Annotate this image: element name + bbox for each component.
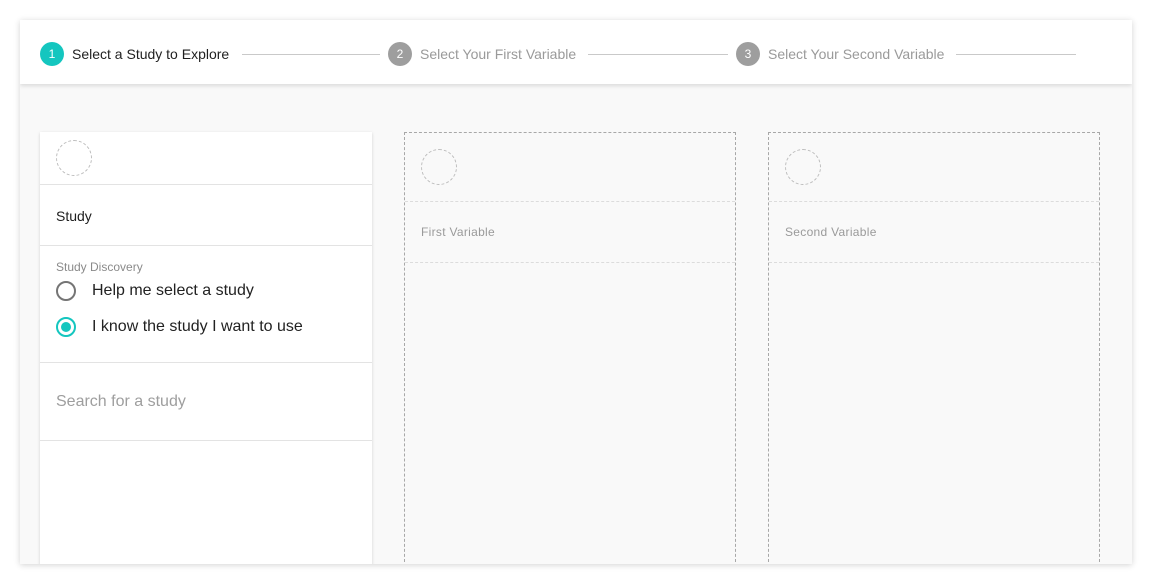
step-1-label: Select a Study to Explore — [72, 46, 230, 62]
divider — [40, 440, 372, 441]
radio-label: I know the study I want to use — [92, 318, 303, 335]
divider — [40, 245, 372, 246]
study-panel: Study Study Discovery Help me select a s… — [40, 132, 372, 564]
second-variable-label: Second Variable — [785, 225, 877, 239]
step-connector-2 — [588, 54, 728, 55]
radio-help-select-study[interactable]: Help me select a study — [56, 280, 254, 302]
stepper: 1 Select a Study to Explore 2 Select You… — [20, 20, 1132, 84]
study-discovery-label: Study Discovery — [56, 260, 143, 274]
step-1[interactable]: 1 Select a Study to Explore — [40, 42, 229, 66]
divider — [405, 262, 735, 263]
divider — [769, 262, 1099, 263]
step-3[interactable]: 3 Select Your Second Variable — [736, 42, 944, 66]
step-2[interactable]: 2 Select Your First Variable — [388, 42, 576, 66]
step-2-number: 2 — [388, 42, 412, 66]
step-connector-1 — [242, 54, 380, 55]
divider — [40, 362, 372, 363]
step-3-label: Select Your Second Variable — [768, 46, 945, 62]
radio-checked-icon[interactable] — [56, 317, 76, 337]
step-1-number: 1 — [40, 42, 64, 66]
first-variable-avatar-placeholder — [421, 149, 457, 185]
study-title: Study — [56, 208, 92, 224]
study-search-input[interactable] — [56, 388, 356, 416]
step-3-number: 3 — [736, 42, 760, 66]
app-window: 1 Select a Study to Explore 2 Select You… — [20, 20, 1132, 564]
step-connector-3 — [956, 54, 1076, 55]
divider — [40, 184, 372, 185]
first-variable-label: First Variable — [421, 225, 495, 239]
radio-know-study[interactable]: I know the study I want to use — [56, 316, 303, 338]
second-variable-panel: Second Variable — [768, 132, 1100, 564]
study-avatar-placeholder — [56, 140, 92, 176]
divider — [405, 201, 735, 202]
step-2-label: Select Your First Variable — [420, 46, 577, 62]
first-variable-panel: First Variable — [404, 132, 736, 564]
divider — [769, 201, 1099, 202]
second-variable-avatar-placeholder — [785, 149, 821, 185]
radio-label: Help me select a study — [92, 282, 254, 299]
radio-unchecked-icon[interactable] — [56, 281, 76, 301]
